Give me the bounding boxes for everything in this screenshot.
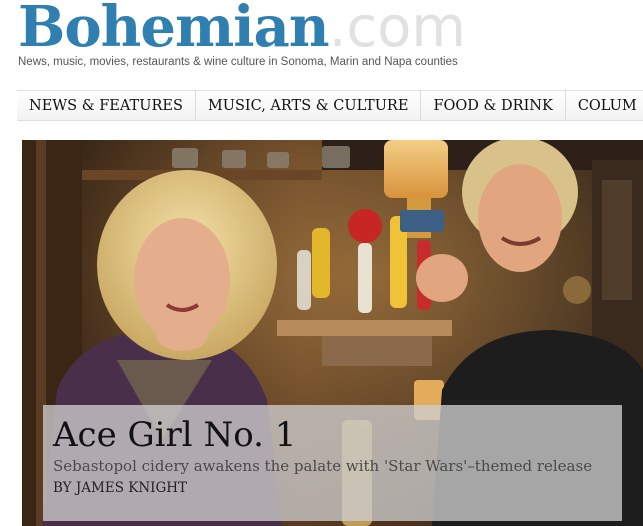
nav-item-music-arts-culture[interactable]: MUSIC, ARTS & CULTURE [196,91,422,120]
logo-main-text: Bohemian [18,0,330,60]
logo-suffix-text: .com [328,0,466,60]
main-nav: NEWS & FEATURES MUSIC, ARTS & CULTURE FO… [17,90,643,121]
nav-item-news-features[interactable]: NEWS & FEATURES [17,91,196,120]
nav-item-columns[interactable]: COLUM [566,91,643,120]
feature-byline[interactable]: BY JAMES KNIGHT [53,480,612,496]
site-tagline: News, music, movies, restaurants & wine … [18,56,458,68]
nav-item-food-drink[interactable]: FOOD & DRINK [421,91,566,120]
feature-caption: Ace Girl No. 1 Sebastopol cidery awakens… [43,405,622,521]
feature-deck: Sebastopol cidery awakens the palate wit… [53,457,593,475]
feature-headline[interactable]: Ace Girl No. 1 [53,415,612,455]
site-logo[interactable]: Bohemian.com [18,0,466,61]
